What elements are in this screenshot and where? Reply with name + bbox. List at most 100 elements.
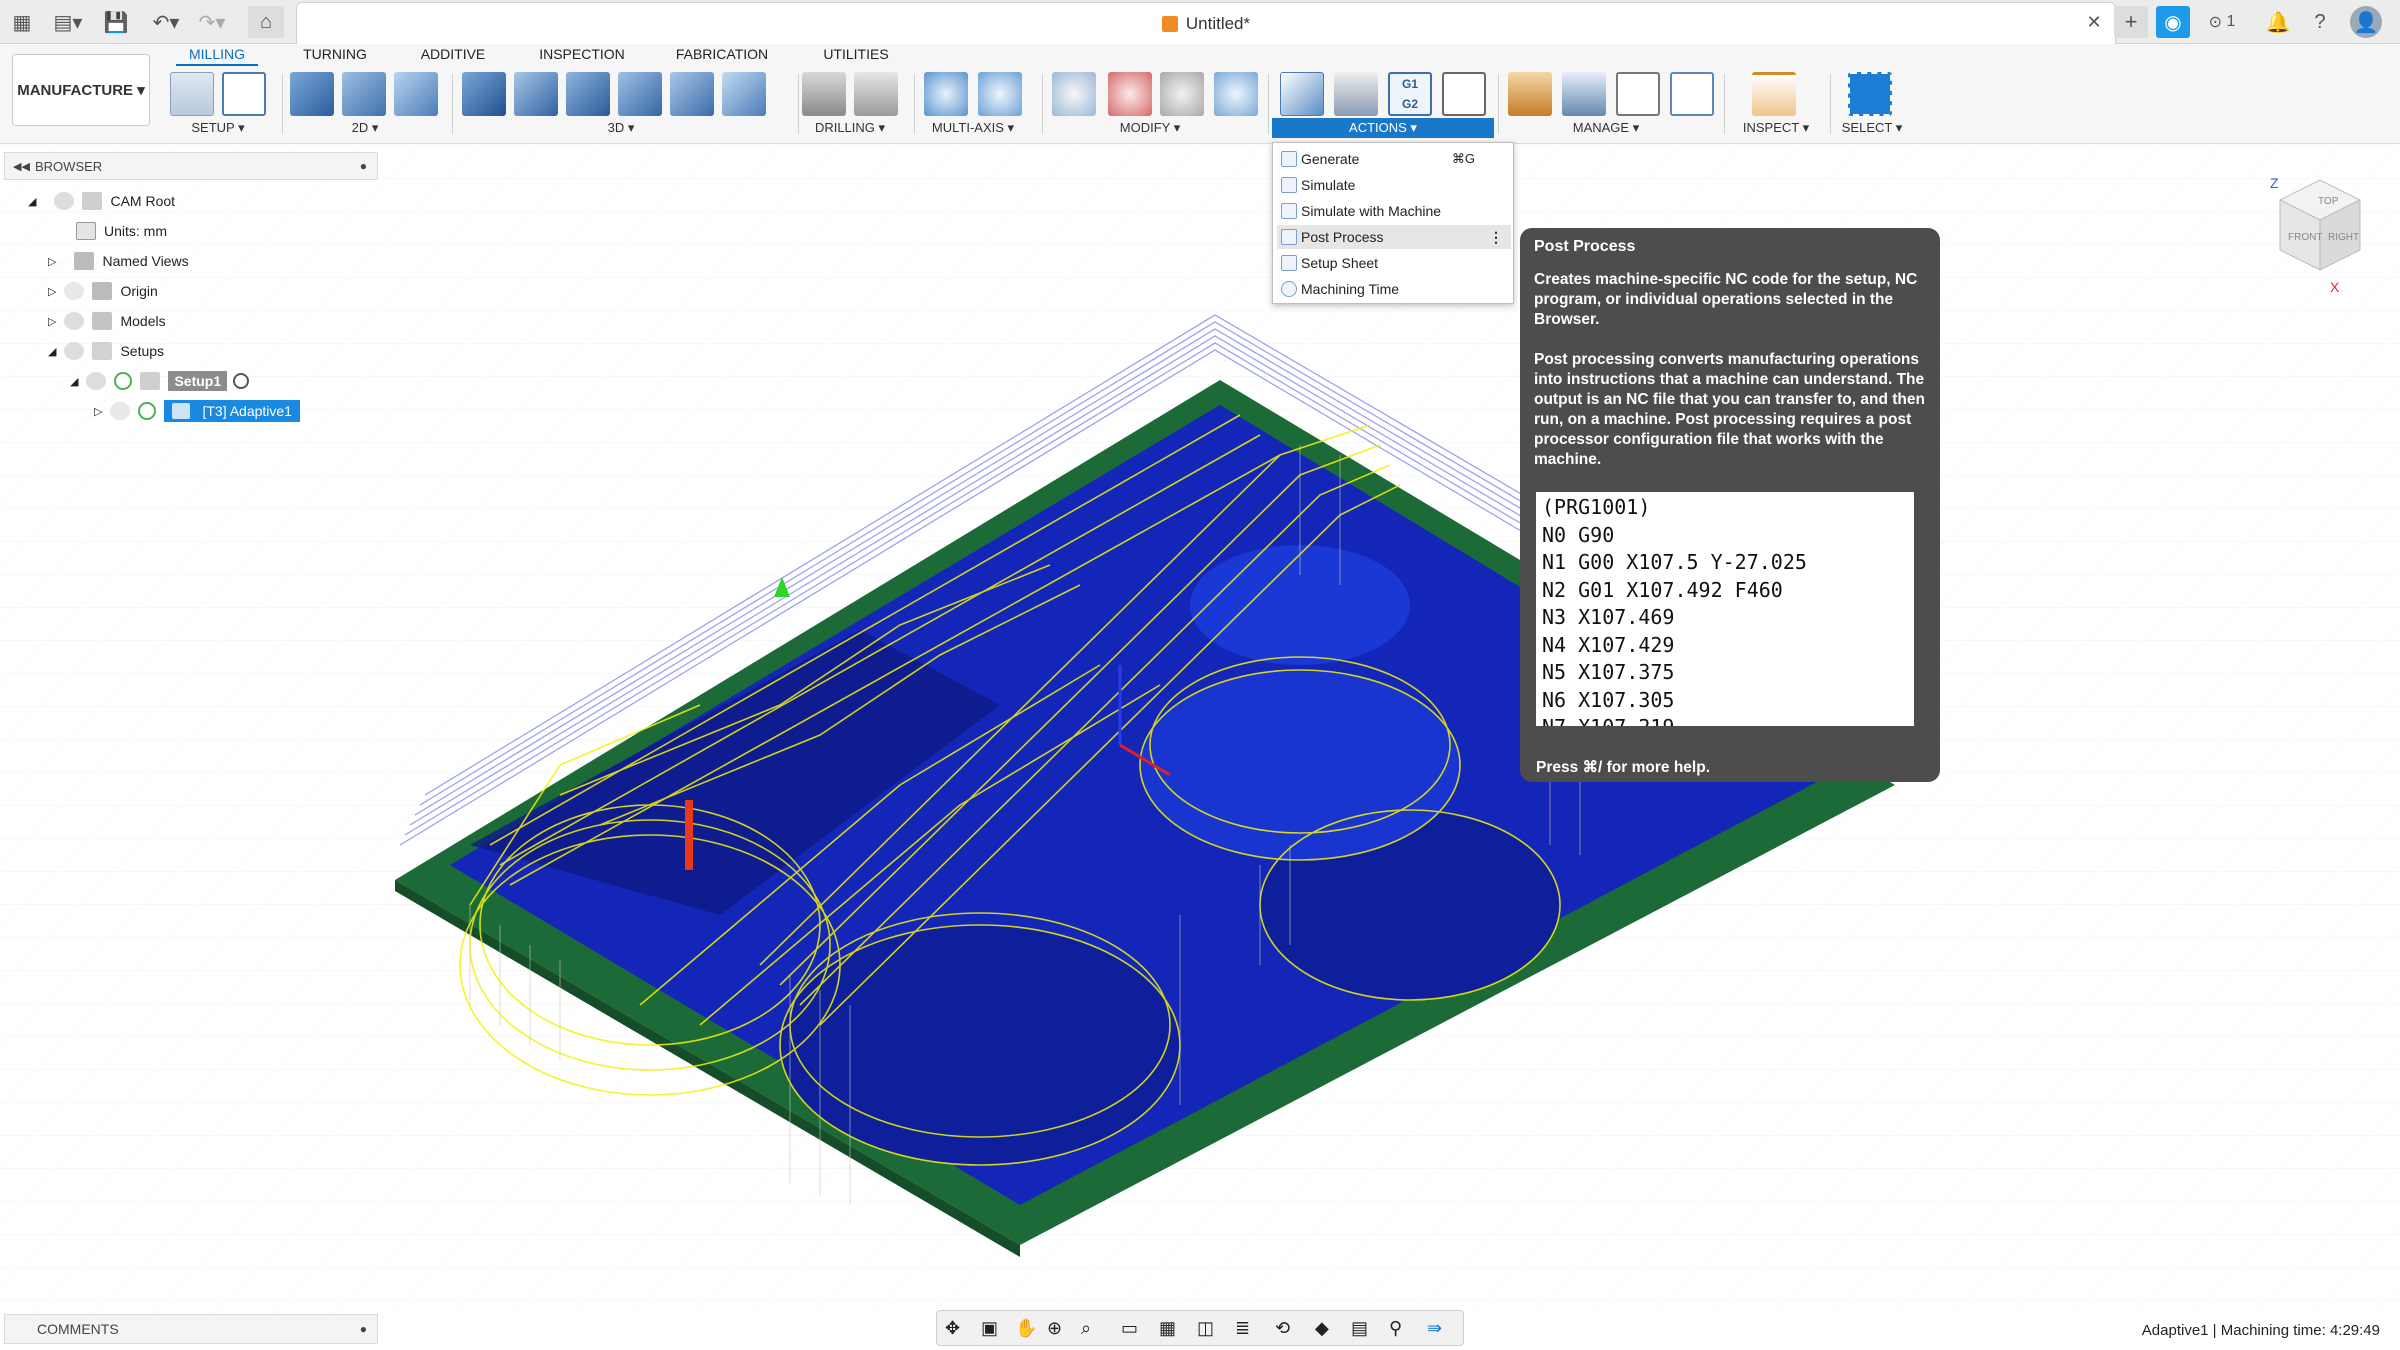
avatar[interactable]: 👤 (2350, 6, 2382, 38)
grid-settings-icon[interactable]: ▦ (1159, 1318, 1176, 1339)
eye-icon[interactable] (86, 372, 107, 390)
tab-fabrication[interactable]: FABRICATION (666, 44, 778, 66)
browser-panel-header[interactable]: ◀◀ BROWSER ● (4, 152, 378, 180)
tree-setup1[interactable]: ◢ Setup1 (70, 368, 257, 394)
save-icon[interactable]: 💾 (100, 6, 132, 38)
tab-additive[interactable]: ADDITIVE (408, 44, 498, 66)
post-process-icon[interactable]: G1 G2 (1388, 72, 1432, 116)
orbit-icon[interactable]: ✥ (945, 1318, 960, 1339)
menu-item-machining-time[interactable]: Machining Time (1277, 277, 1511, 301)
expand-arrow-icon[interactable]: ◢ (48, 345, 56, 358)
expand-arrow-icon[interactable]: ▷ (94, 405, 102, 418)
setup-sheet-icon[interactable] (1442, 72, 1486, 116)
tree-cam-root[interactable]: ◢ CAM Root (28, 188, 175, 214)
hole-recognition-icon[interactable] (854, 72, 898, 116)
cut-icon[interactable] (1052, 72, 1096, 116)
template-library-icon[interactable] (1670, 72, 1714, 116)
machine-library-icon[interactable] (1562, 72, 1606, 116)
shape-icon[interactable]: ◆ (1315, 1318, 1329, 1339)
expand-arrow-icon[interactable]: ▷ (48, 315, 56, 328)
scallop-icon[interactable] (670, 72, 714, 116)
group-setup[interactable]: SETUP ▾ (170, 120, 266, 136)
move-icon[interactable] (1214, 72, 1258, 116)
3d-viewport[interactable] (0, 145, 2400, 1315)
measure-icon[interactable] (1752, 72, 1796, 116)
menu-item-post-process[interactable]: Post Process ⋮ (1277, 225, 1511, 249)
group-actions[interactable]: ACTIONS ▾ (1272, 118, 1494, 138)
2d-adaptive-icon[interactable] (290, 72, 334, 116)
group-inspect[interactable]: INSPECT ▾ (1728, 120, 1824, 136)
flow-icon[interactable] (618, 72, 662, 116)
swarf-icon[interactable] (924, 72, 968, 116)
home-icon[interactable]: ⌂ (248, 6, 284, 38)
menu-item-simulate[interactable]: Simulate (1277, 173, 1511, 197)
display-settings-icon[interactable]: ▭ (1121, 1318, 1138, 1339)
tool-library-icon[interactable] (1508, 72, 1552, 116)
viewports-icon[interactable]: ◫ (1197, 1318, 1214, 1339)
undo-icon[interactable]: ↶▾ (146, 6, 186, 38)
tree-named-views[interactable]: ▷ Named Views (48, 248, 189, 274)
menu-item-setup-sheet[interactable]: Setup Sheet (1277, 251, 1511, 275)
nc-program-icon[interactable] (222, 72, 266, 116)
toolpath-display-icon[interactable]: ⟲ (1275, 1318, 1290, 1339)
document-tab[interactable]: Untitled* (296, 2, 2116, 44)
group-3d[interactable]: 3D ▾ (576, 120, 666, 136)
app-grid-icon[interactable]: ▦ (6, 6, 38, 38)
expand-arrow-icon[interactable]: ▷ (48, 255, 56, 268)
stock-display-icon[interactable]: ≣ (1235, 1318, 1250, 1339)
new-tab-icon[interactable]: + (2114, 6, 2148, 38)
expand-arrow-icon[interactable]: ▷ (48, 285, 56, 298)
eye-icon[interactable] (64, 312, 85, 330)
zoom-icon[interactable]: ⊕ (1047, 1318, 1062, 1339)
contour-icon[interactable] (722, 72, 766, 116)
tab-inspection[interactable]: INSPECTION (530, 44, 634, 66)
menu-item-generate[interactable]: Generate ⌘G (1277, 147, 1511, 171)
tab-turning[interactable]: TURNING (290, 44, 380, 66)
look-at-icon[interactable]: ▣ (981, 1318, 998, 1339)
bell-icon[interactable]: 🔔 (2262, 6, 2294, 38)
delete-toolpath-icon[interactable] (1108, 72, 1152, 116)
select-icon[interactable] (1848, 72, 1892, 116)
group-manage[interactable]: MANAGE ▾ (1556, 120, 1656, 136)
menu-item-simulate-with-machine[interactable]: Simulate with Machine (1277, 199, 1511, 223)
active-setup-icon[interactable] (233, 373, 250, 389)
tree-setups[interactable]: ◢ Setups (48, 338, 164, 364)
tree-origin[interactable]: ▷ Origin (48, 278, 158, 304)
group-multi-axis[interactable]: MULTI-AXIS ▾ (918, 120, 1028, 136)
tool-display-icon[interactable]: ⚲ (1389, 1318, 1402, 1339)
group-modify[interactable]: MODIFY ▾ (1100, 120, 1200, 136)
eye-hidden-icon[interactable] (64, 282, 85, 300)
pin-icon[interactable]: ● (360, 1322, 367, 1336)
more-options-icon[interactable]: ⋮ (1489, 229, 1503, 246)
camera-icon[interactable]: ⇛ (1427, 1318, 1442, 1339)
new-setup-icon[interactable] (170, 72, 214, 116)
group-select[interactable]: SELECT ▾ (1826, 120, 1918, 136)
collaboration-icon[interactable]: ◉ (2156, 6, 2190, 38)
help-icon[interactable]: ? (2304, 6, 2336, 38)
generate-icon[interactable] (1280, 72, 1324, 116)
eye-hidden-icon[interactable] (110, 402, 131, 420)
job-status-icon[interactable]: ⊙ 1 (2200, 6, 2244, 38)
expand-arrow-icon[interactable]: ◢ (70, 375, 78, 388)
simulate-icon[interactable] (1334, 72, 1378, 116)
fit-icon[interactable]: ⌕ (1081, 1318, 1091, 1339)
tree-units[interactable]: Units: mm (76, 218, 167, 244)
file-icon[interactable]: ▤▾ (48, 6, 88, 38)
pan-icon[interactable]: ✋ (1015, 1318, 1037, 1339)
tree-models[interactable]: ▷ Models (48, 308, 166, 334)
tab-milling[interactable]: MILLING (176, 44, 258, 66)
material-icon[interactable]: ▤ (1351, 1318, 1368, 1339)
multi-axis-contour-icon[interactable] (978, 72, 1022, 116)
view-cube[interactable]: TOP FRONT RIGHT Z X (2260, 170, 2380, 300)
comments-panel[interactable]: COMMENTS ● (4, 1314, 378, 1344)
collapse-left-icon[interactable]: ◀◀ (13, 160, 30, 173)
3d-pocket-icon[interactable] (514, 72, 558, 116)
eye-icon[interactable] (54, 192, 75, 210)
eye-icon[interactable] (64, 342, 85, 360)
face-icon[interactable] (394, 72, 438, 116)
drill-icon[interactable] (802, 72, 846, 116)
steep-shallow-icon[interactable] (566, 72, 610, 116)
expand-arrow-icon[interactable]: ◢ (28, 195, 36, 208)
workspace-switcher[interactable]: MANUFACTURE ▾ (12, 54, 150, 126)
tree-adaptive1[interactable]: ▷ [T3] Adaptive1 (94, 398, 300, 424)
